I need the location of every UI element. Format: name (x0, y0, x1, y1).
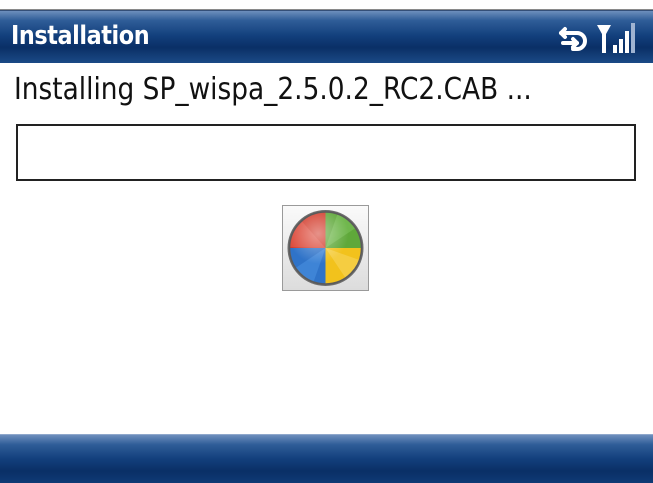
signal-strength-icon (597, 23, 635, 53)
softkey-bar (0, 434, 653, 483)
windows-mobile-logo-icon (287, 210, 364, 286)
progress-bar (16, 124, 636, 181)
install-message: Installing SP_wispa_2.5.0.2_RC2.CAB ... (14, 72, 532, 107)
title-bar: Installation (0, 10, 653, 63)
status-icons (551, 19, 641, 55)
top-edge (0, 0, 653, 10)
windows-logo (282, 205, 369, 291)
window-title: Installation (11, 21, 150, 51)
data-connection-icon (559, 27, 587, 51)
